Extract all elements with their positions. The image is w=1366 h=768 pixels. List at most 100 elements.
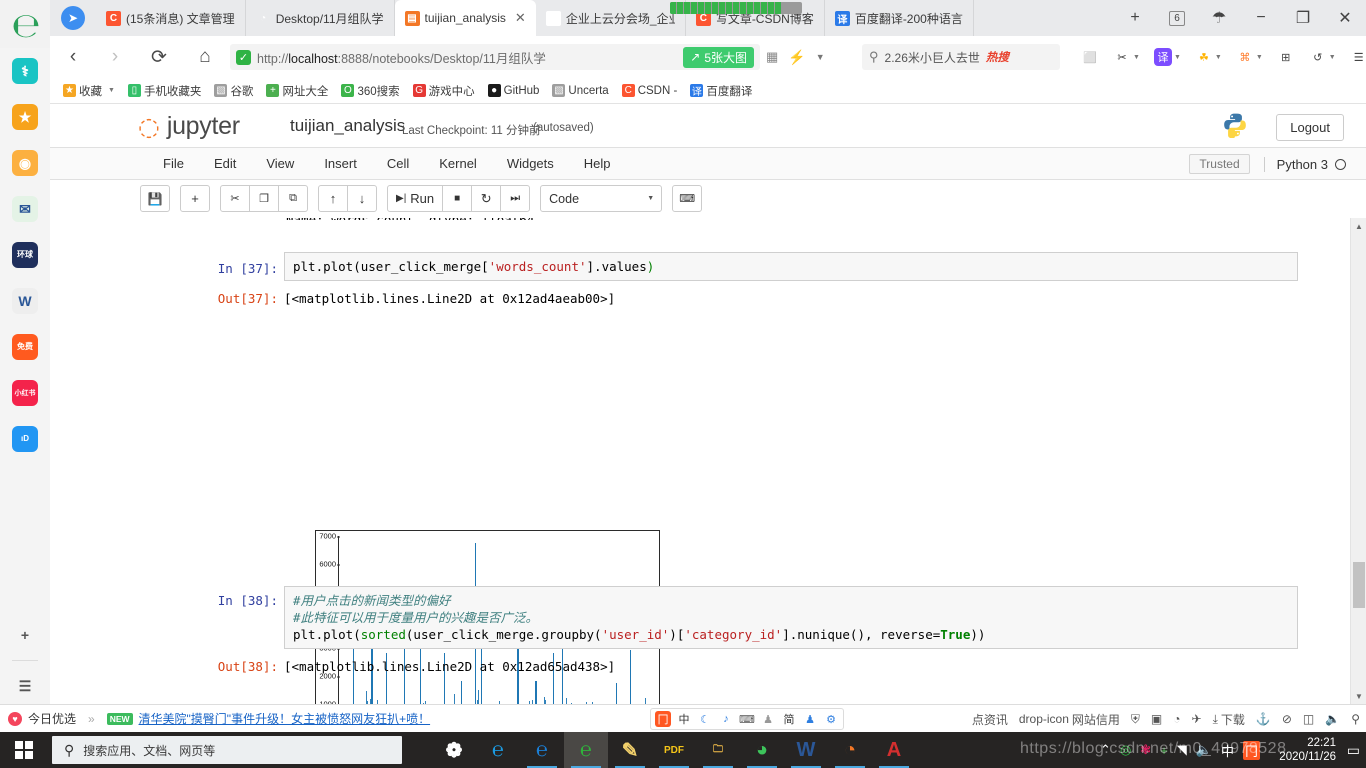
code-editor[interactable]: plt.plot(user_click_merge['words_count']… [284,252,1298,281]
taskbar-app-wps[interactable]: ❁ [432,732,476,768]
bookmark-item[interactable]: ● GitHub [483,84,545,97]
scissors-capture-icon[interactable]: ✂ ▼ [1106,40,1147,74]
download-label[interactable]: ⤓ 下载 [1213,711,1245,728]
dock-item-tencent-docs[interactable]: ⚕ [0,48,50,94]
dock-item-list[interactable]: ☰ [0,663,50,709]
big-picture-button[interactable]: ↗ 5张大图 [683,46,754,68]
apps-grid-icon[interactable]: ⊞ [1270,40,1302,74]
taskbar-app-wechat[interactable]: ◕ [740,732,784,768]
move-cell-up-button[interactable]: ↑ [318,185,348,212]
restart-run-all-button[interactable]: ⏭ [500,185,531,212]
restart-kernel-button[interactable]: ↻ [471,185,502,212]
vertical-scrollbar[interactable]: ▲ ▼ [1350,218,1366,704]
paste-cell-button[interactable]: ⧉ [278,185,308,212]
mobile-preview-icon[interactable]: ⬜ [1074,40,1106,74]
taskbar-app-pdf-reader[interactable]: PDF [652,732,696,768]
menu-cell[interactable]: Cell [372,148,424,180]
scroll-up-arrow-icon[interactable]: ▲ [1351,218,1366,234]
ime-settings-icon[interactable]: ⚙ [823,711,839,727]
bookmark-item[interactable]: G 游戏中心 [408,83,480,99]
dock-item-word-doc[interactable]: W [0,278,50,324]
shield-guard-icon[interactable]: ☘ ▼ [1188,40,1229,74]
volume-icon[interactable]: 🔈 [1325,712,1340,726]
ime-voice-icon[interactable]: ♪ [718,711,734,727]
search-box[interactable]: ⚲ 2.26米小巨人去世 热搜 [862,44,1060,70]
forward-button[interactable]: › [100,42,130,72]
dock-item-huanqiu[interactable]: 环球 [0,232,50,278]
chevron-down-icon[interactable]: ▼ [108,87,115,94]
browser-tab[interactable]: ◔ Desktop/11月组队学 [246,0,395,36]
maximize-button[interactable]: ❐ [1282,0,1324,36]
browser-tab[interactable]: (-) 企业上云分会场_企业 [536,0,686,36]
news-headline-link[interactable]: 清华美院"摸臀门"事件升级！女主被愤怒网友狂扒+喷！ [139,710,431,727]
dock-item-add[interactable]: + [0,612,50,658]
taskbar-app-word[interactable]: W [784,732,828,768]
dock-item-weibo[interactable]: ◉ [0,140,50,186]
notification-icon[interactable]: ▭ [1347,742,1360,759]
lightning-icon[interactable]: ⚡ [788,49,805,66]
ime-moon-icon[interactable]: ☾ [697,711,713,727]
dock-item-xiaohongshu[interactable]: 小红书 [0,370,50,416]
bookmark-item[interactable]: O 360搜索 [336,83,404,99]
screenshot-icon[interactable]: ▣ [1151,712,1162,726]
undo-icon[interactable]: ↺ ▼ [1302,40,1343,74]
bookmark-icon[interactable]: ⚓ [1256,712,1271,726]
dock-item-baidu[interactable]: ıD [0,416,50,462]
search-icon[interactable]: ⚲ [1351,712,1360,726]
menu-icon[interactable]: ☰ [1343,40,1366,74]
back-button[interactable]: ‹ [58,42,88,72]
taskbar-clock[interactable]: 22:21 2020/11/26 [1279,732,1336,768]
taskbar-app-editor[interactable]: ✎ [608,732,652,768]
shield-icon[interactable]: ⛨ [1131,712,1140,727]
bookmark-item[interactable]: ▧ Uncerta [547,84,613,97]
taskbar-app-ie-pinned[interactable]: ℮ [476,732,520,768]
new-tab-button[interactable]: + [1114,0,1156,36]
interrupt-kernel-button[interactable]: ■ [442,185,473,212]
scroll-down-arrow-icon[interactable]: ▼ [1351,688,1366,704]
chevron-down-icon[interactable]: ▼ [816,52,825,62]
boost-icon[interactable]: ✈ [1192,712,1202,726]
ime-chinese-icon[interactable]: 中 [676,711,692,727]
ime-skin-icon[interactable]: ♟ [802,711,818,727]
translate-icon[interactable]: 译 ▼ [1147,40,1188,74]
news-hotspot-label[interactable]: 点资讯 [972,711,1008,728]
home-button[interactable]: ⌂ [190,42,220,72]
menu-edit[interactable]: Edit [199,148,251,180]
menu-kernel[interactable]: Kernel [424,148,492,180]
save-button[interactable]: 💾 [140,185,170,212]
menu-file[interactable]: File [148,148,199,180]
browser-tab[interactable]: 译百度翻译-200种语言 [825,0,974,36]
grid-icon[interactable]: ▦ [766,49,778,65]
trusted-badge[interactable]: Trusted [1189,154,1250,174]
menu-insert[interactable]: Insert [309,148,372,180]
move-cell-down-button[interactable]: ↓ [347,185,377,212]
insert-cell-below-button[interactable]: + [180,185,210,212]
reader-icon[interactable]: ◫ [1303,712,1314,726]
chevron-icon[interactable]: » [88,712,95,726]
ime-user-icon[interactable]: ♟ [760,711,776,727]
promo-label[interactable]: 今日优选 [28,710,76,727]
close-icon[interactable]: ✕ [515,10,526,26]
scrollbar-thumb[interactable] [1353,562,1365,608]
search-input[interactable]: 2.26米小巨人去世 [885,49,980,66]
sogou-logo-icon[interactable]: 冂 [655,711,671,727]
taskbar-app-jupyter[interactable]: ◔ [828,732,872,768]
hot-search-label[interactable]: 热搜 [986,49,1009,65]
menu-view[interactable]: View [251,148,309,180]
command-palette-button[interactable]: ⌨ [672,185,703,212]
menu-widgets[interactable]: Widgets [492,148,569,180]
dock-item-mail[interactable]: ✉ [0,186,50,232]
windows-start-icon[interactable] [0,732,48,768]
taskbar-app-edge[interactable]: ℮ [520,732,564,768]
collections-icon[interactable]: ☂ [1198,0,1240,36]
reload-button[interactable]: ⟳ [144,42,174,72]
code-editor[interactable]: #用户点击的新闻类型的偏好 #此特征可以用于度量用户的兴趣是否广泛。 plt.p… [284,586,1298,649]
ime-simplified-icon[interactable]: 简 [781,711,797,727]
menu-help[interactable]: Help [569,148,626,180]
browser-tab[interactable]: ▤ tuijian_analysis ✕ [394,0,536,36]
site-credit-label[interactable]: drop-icon 网站信用 [1019,711,1120,728]
taskbar-search-input[interactable]: ⚲ 搜索应用、文档、网页等 [52,736,402,764]
bookmark-item[interactable]: ▯ 手机收藏夹 [123,83,207,99]
bookmark-item[interactable]: ▧ 谷歌 [209,83,258,99]
taskbar-app-360-browser[interactable]: ℮ [564,732,608,768]
